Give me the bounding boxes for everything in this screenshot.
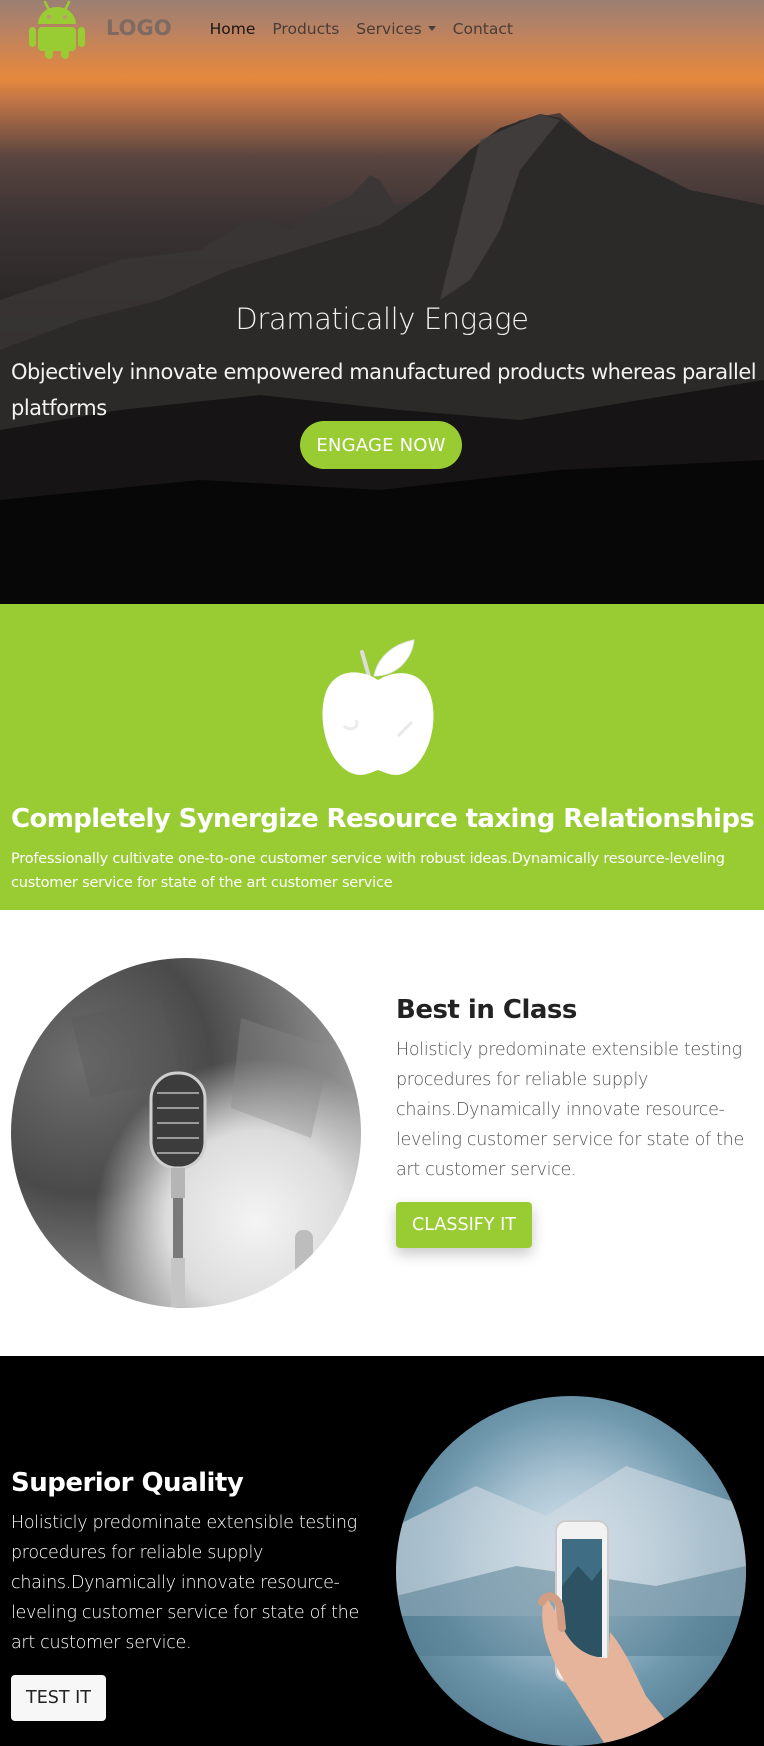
caret-down-icon <box>427 26 436 31</box>
nav-dropdown-services[interactable]: Services <box>356 20 436 38</box>
nav-link-home[interactable]: Home <box>210 20 256 38</box>
navbar: LOGO Home Products Services Contact <box>0 0 764 60</box>
classify-it-button[interactable]: CLASSIFY IT <box>396 1202 532 1248</box>
phone-image <box>396 1396 746 1746</box>
nav-link-contact[interactable]: Contact <box>453 20 513 38</box>
hero-section: LOGO Home Products Services Contact Dram… <box>0 0 764 604</box>
best-in-class-section: Best in Class Holisticly predominate ext… <box>0 910 764 1356</box>
hero-subtitle: Objectively innovate empowered manufactu… <box>11 360 757 420</box>
best-text: Holisticly predominate extensible testin… <box>396 1040 744 1180</box>
best-title: Best in Class <box>396 995 577 1025</box>
engage-now-button[interactable]: ENGAGE NOW <box>300 421 462 469</box>
superior-title: Superior Quality <box>11 1468 244 1498</box>
test-it-button[interactable]: TEST IT <box>11 1675 106 1721</box>
phone-icon <box>396 1466 746 1746</box>
superior-text: Holisticly predominate extensible testin… <box>11 1513 359 1653</box>
feature-section: Completely Synergize Resource taxing Rel… <box>0 604 764 910</box>
microphone-image <box>11 958 361 1308</box>
microphone-icon <box>71 998 331 1308</box>
feature-text: Professionally cultivate one-to-one cust… <box>11 851 725 891</box>
hero-title: Dramatically Engage <box>235 302 529 336</box>
feature-title: Completely Synergize Resource taxing Rel… <box>11 804 755 834</box>
logo-text: LOGO <box>106 16 172 40</box>
nav-link-products[interactable]: Products <box>272 20 339 38</box>
logo[interactable]: LOGO <box>28 0 172 60</box>
nav-link-services-label: Services <box>356 20 422 38</box>
android-icon <box>29 0 85 59</box>
superior-quality-section: Superior Quality Holisticly predominate … <box>0 1356 764 1746</box>
apple-icon <box>322 639 434 775</box>
nav-links: Home Products Services Contact <box>210 20 513 38</box>
